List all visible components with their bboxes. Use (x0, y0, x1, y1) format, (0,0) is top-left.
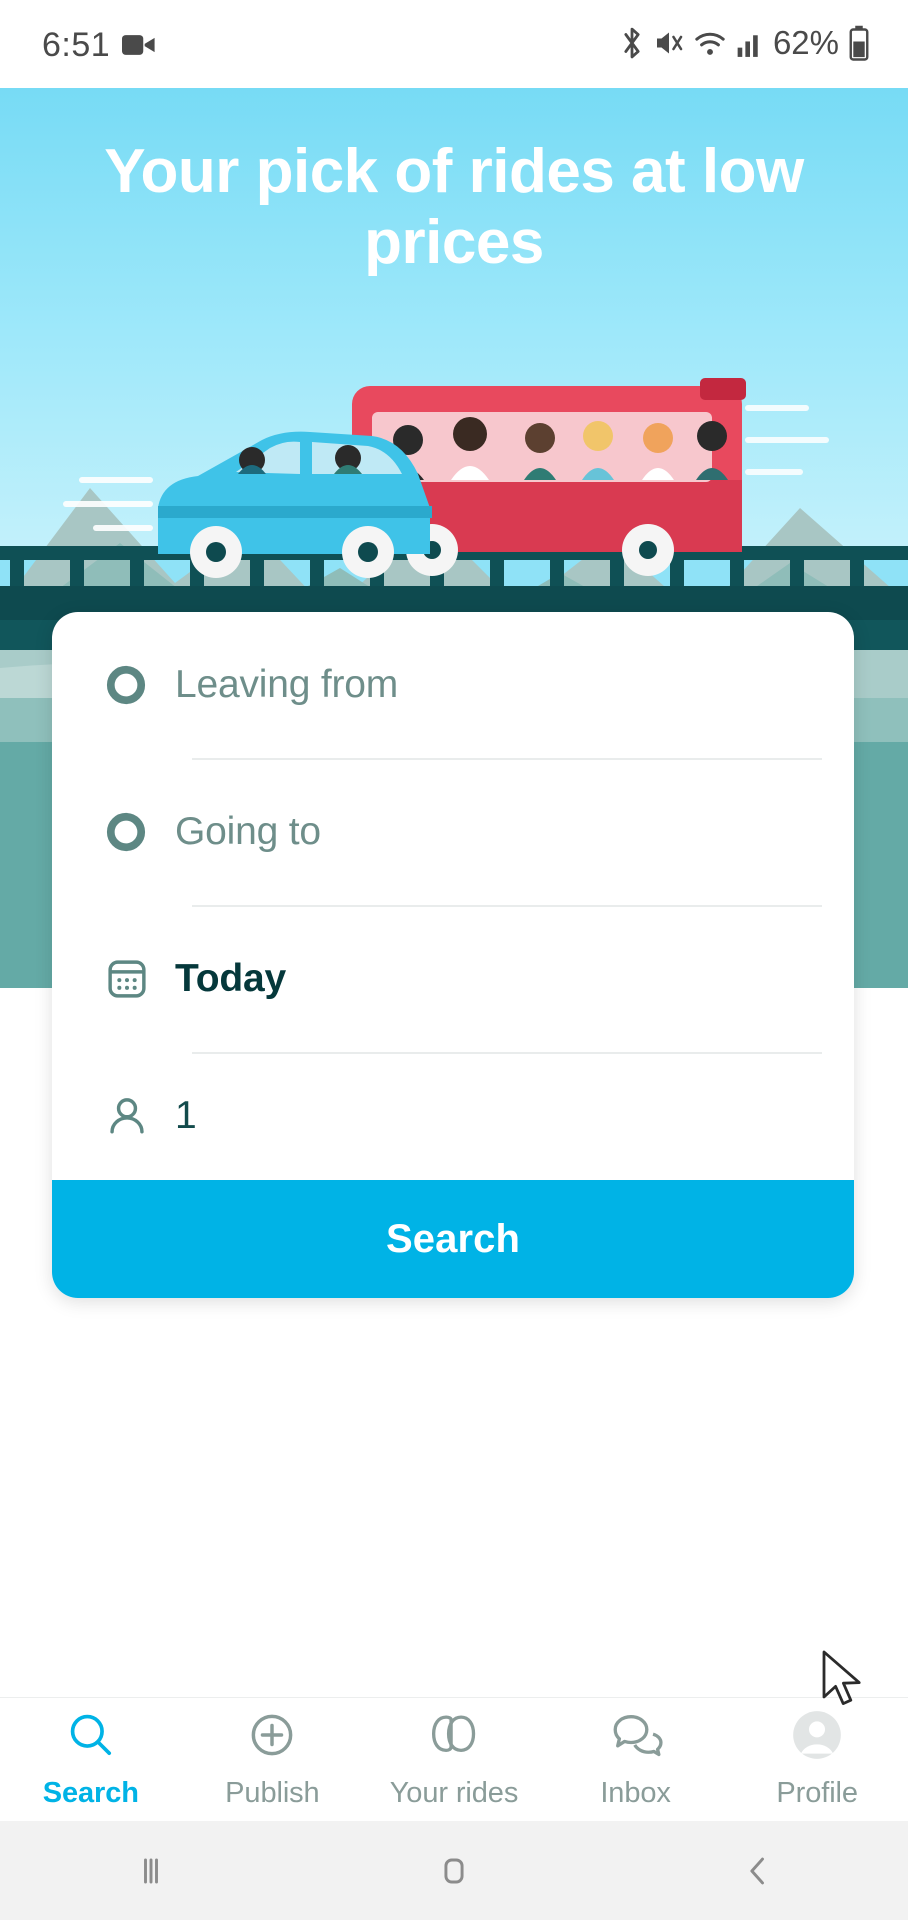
home-icon[interactable] (303, 1849, 606, 1893)
rides-bubbles-icon (427, 1709, 481, 1766)
passengers-value: 1 (175, 1094, 197, 1137)
status-bar: 6:51 62% (0, 0, 908, 88)
recent-search-item[interactable]: Essex Road → London Luton Airport (LTN) … (0, 1320, 908, 1510)
avatar-icon (791, 1709, 843, 1766)
hero-title: Your pick of rides at low prices (104, 137, 804, 278)
nav-label-profile: Profile (776, 1777, 858, 1809)
leaving-from-placeholder: Leaving from (175, 663, 399, 706)
search-button[interactable]: Search (52, 1180, 854, 1298)
circle-outline-icon (104, 810, 160, 854)
android-navigation-bar (0, 1821, 908, 1920)
mouse-cursor (822, 1650, 861, 1705)
back-icon[interactable] (605, 1849, 908, 1893)
wifi-icon (695, 32, 725, 55)
nav-item-publish[interactable]: Publish (182, 1698, 364, 1821)
calendar-icon (104, 956, 160, 1002)
going-to-placeholder: Going to (175, 810, 321, 853)
chat-bubbles-icon (609, 1709, 663, 1766)
going-to-field[interactable]: Going to (52, 759, 854, 905)
bottom-navigation: Search Publish Your rides Inbox Profile (0, 1697, 908, 1821)
battery-icon (849, 25, 869, 61)
nav-item-profile[interactable]: Profile (726, 1698, 908, 1821)
nav-item-search[interactable]: Search (0, 1698, 182, 1821)
nav-label-inbox: Inbox (600, 1777, 671, 1809)
date-field[interactable]: Today (52, 906, 854, 1052)
passengers-field[interactable]: 1 (52, 1053, 854, 1179)
screen-record-icon (122, 35, 155, 55)
app-screen: 6:51 62% Your pick of rides at low price… (0, 0, 908, 1920)
plus-circle-icon (246, 1709, 298, 1766)
battery-percentage: 62% (772, 24, 839, 61)
search-card: Leaving from Going to Today 1 Search (52, 612, 854, 1298)
nav-label-your-rides: Your rides (389, 1777, 519, 1809)
cellular-signal-icon (737, 35, 758, 57)
status-bar-icons: 62% (619, 24, 870, 62)
search-icon (65, 1709, 117, 1766)
nav-label-publish: Publish (225, 1777, 320, 1809)
recents-icon[interactable] (0, 1849, 303, 1893)
mute-icon (656, 32, 683, 54)
nav-item-your-rides[interactable]: Your rides (363, 1698, 545, 1821)
date-value: Today (175, 957, 286, 1000)
status-bar-time: 6:51 (42, 26, 111, 64)
circle-outline-icon (104, 663, 160, 707)
bluetooth-icon (624, 27, 640, 59)
nav-label-search: Search (42, 1777, 139, 1809)
person-icon (104, 1093, 160, 1139)
leaving-from-field[interactable]: Leaving from (52, 612, 854, 758)
nav-item-inbox[interactable]: Inbox (545, 1698, 727, 1821)
